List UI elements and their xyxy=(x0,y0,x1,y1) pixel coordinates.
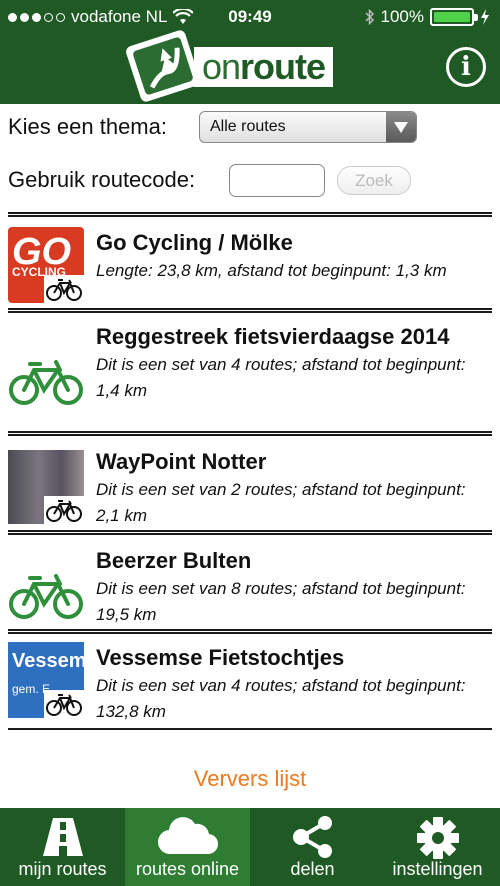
tab-label: delen xyxy=(290,859,335,879)
tab-instellingen[interactable]: instellingen xyxy=(375,808,500,886)
search-button[interactable]: Zoek xyxy=(337,166,411,195)
route-item-go-cycling[interactable]: GO CYCLING Go Cycling / Mölke Lengte: 23… xyxy=(8,217,492,308)
route-description: Dit is een set van 4 routes; afstand tot… xyxy=(96,676,466,721)
route-thumbnail xyxy=(8,436,86,530)
battery-percent: 100% xyxy=(380,7,424,26)
bluetooth-icon xyxy=(364,9,374,25)
info-circle-icon: i xyxy=(461,52,471,82)
route-item-reggestreek[interactable]: Reggestreek fietsvierdaagse 2014 Dit is … xyxy=(8,313,492,431)
gear-icon xyxy=(416,817,459,859)
route-title: Reggestreek fietsvierdaagse 2014 xyxy=(96,324,450,349)
bicycle-icon xyxy=(44,690,84,718)
route-title: WayPoint Notter xyxy=(96,449,267,474)
charging-bolt-icon xyxy=(481,9,489,25)
route-description: Dit is een set van 8 routes; afstand tot… xyxy=(96,579,466,624)
bicycle-icon xyxy=(9,574,83,619)
route-item-beerzer-bulten[interactable]: Beerzer Bulten Dit is een set van 8 rout… xyxy=(8,535,492,629)
cloud-icon xyxy=(157,817,218,855)
onroute-logo: onroute xyxy=(124,28,368,104)
bicycle-icon xyxy=(44,496,84,524)
tab-label: mijn routes xyxy=(18,859,107,879)
go-cycling-logo: GO CYCLING xyxy=(8,227,84,303)
route-thumbnail: GO CYCLING xyxy=(8,217,86,308)
route-thumbnail: Vessem gem. E xyxy=(8,634,87,728)
route-description: Lengte: 23,8 km, afstand tot beginpunt: … xyxy=(96,261,447,280)
route-photo xyxy=(8,450,84,524)
route-description: Dit is een set van 4 routes; afstand tot… xyxy=(96,355,466,400)
route-thumbnail xyxy=(8,535,86,629)
status-bar: vodafone NL 09:49 100% xyxy=(0,0,500,34)
bicycle-icon xyxy=(9,360,83,405)
logo-wordmark: onroute xyxy=(194,47,334,87)
route-description: Dit is een set van 2 routes; afstand tot… xyxy=(96,480,466,525)
vessem-sign-image: Vessem gem. E xyxy=(8,642,87,718)
route-thumbnail xyxy=(8,313,86,431)
app-header: vodafone NL 09:49 100% onroute i xyxy=(0,0,500,104)
tab-bar: mijn routes routes online delen instelli… xyxy=(0,808,500,886)
road-icon xyxy=(42,818,83,856)
bicycle-icon xyxy=(44,275,84,303)
share-icon xyxy=(292,816,332,858)
info-button[interactable]: i xyxy=(446,47,486,87)
tab-delen[interactable]: delen xyxy=(250,808,375,886)
tab-routes-online[interactable]: routes online xyxy=(125,808,250,886)
route-item-waypoint-notter[interactable]: WayPoint Notter Dit is een set van 2 rou… xyxy=(8,436,492,530)
theme-select-value: Alle routes xyxy=(210,118,286,135)
routecode-input[interactable] xyxy=(229,164,325,197)
chevron-down-icon xyxy=(386,112,416,142)
refresh-list-link[interactable]: Ververs lijst xyxy=(0,766,500,792)
route-title: Go Cycling / Mölke xyxy=(96,230,293,255)
tab-mijn-routes[interactable]: mijn routes xyxy=(0,808,125,886)
tab-label: routes online xyxy=(135,859,240,879)
battery-icon xyxy=(430,8,478,26)
status-right: 100% xyxy=(364,7,490,27)
tab-label: instellingen xyxy=(392,859,483,879)
logo-tag-icon xyxy=(124,28,202,104)
theme-label: Kies een thema: xyxy=(8,114,167,139)
route-title: Beerzer Bulten xyxy=(96,548,252,573)
route-list: GO CYCLING Go Cycling / Mölke Lengte: 23… xyxy=(8,212,492,730)
theme-select[interactable]: Alle routes xyxy=(199,111,417,143)
routecode-label: Gebruik routecode: xyxy=(8,167,196,192)
route-item-vessemse[interactable]: Vessem gem. E Vessemse Fietstochtjes Dit… xyxy=(8,634,492,728)
route-title: Vessemse Fietstochtjes xyxy=(96,645,345,670)
